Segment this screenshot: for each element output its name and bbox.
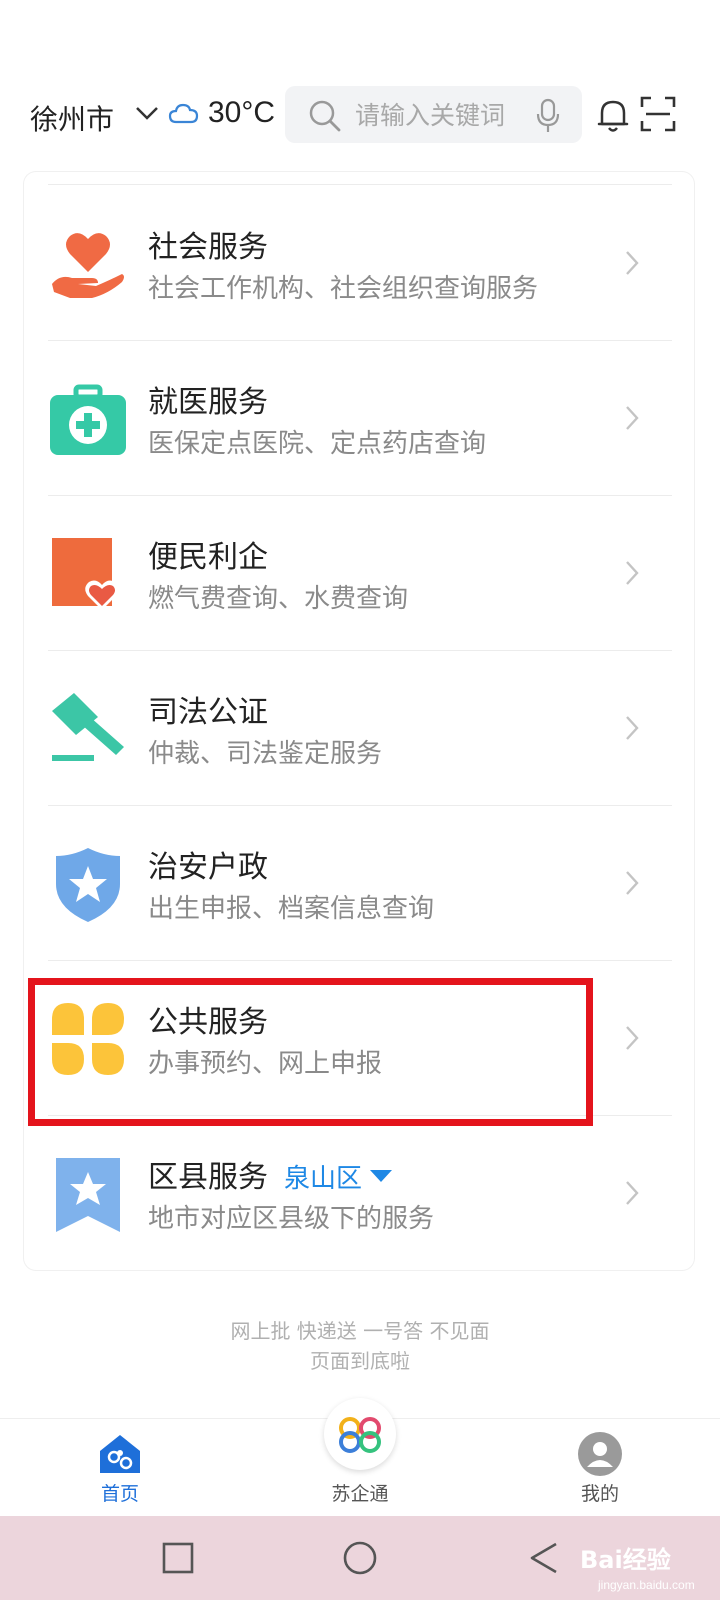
heart-hand-icon (52, 233, 124, 298)
chevron-right-icon (626, 1181, 639, 1205)
service-title: 区县服务 泉山区 (148, 1152, 393, 1196)
tab-label: 首页 (100, 1483, 139, 1505)
recent-apps-icon[interactable] (162, 1542, 194, 1574)
district-selector[interactable]: 泉山区 (284, 1164, 362, 1194)
service-item-judicial[interactable]: 司法公证 仲裁、司法鉴定服务 (24, 651, 694, 806)
suqitong-logo-icon (339, 1417, 381, 1453)
service-title: 便民利企 (148, 540, 268, 575)
service-desc: 出生申报、档案信息查询 (148, 894, 435, 924)
suqitong-logo[interactable] (324, 1398, 396, 1470)
tab-home[interactable]: 首页 (60, 1419, 180, 1517)
service-desc: 医保定点医院、定点药店查询 (148, 429, 487, 459)
search-bar[interactable] (285, 86, 582, 143)
tab-profile[interactable]: 我的 (540, 1419, 660, 1517)
home-nav-icon[interactable] (342, 1540, 378, 1576)
service-item-social[interactable]: 社会服务 社会工作机构、社会组织查询服务 (24, 186, 694, 341)
highlight-box (28, 978, 593, 1126)
temperature: 30°C (208, 96, 276, 129)
avatar-icon (578, 1432, 622, 1476)
service-item-convenience[interactable]: 便民利企 燃气费查询、水费查询 (24, 496, 694, 651)
service-desc: 仲裁、司法鉴定服务 (148, 739, 383, 769)
service-title: 社会服务 (148, 230, 268, 265)
footer-slogan: 网上批 快递送 一号答 不见面 (230, 1319, 490, 1343)
footer-end-text: 页面到底啦 (310, 1349, 410, 1373)
service-item-security[interactable]: 治安户政 出生申报、档案信息查询 (24, 806, 694, 961)
service-desc: 燃气费查询、水费查询 (148, 584, 409, 614)
watermark-url: jingyan.baidu.com (598, 1578, 695, 1592)
footer-note: 网上批 快递送 一号答 不见面 页面到底啦 (0, 1316, 720, 1376)
service-desc: 社会工作机构、社会组织查询服务 (148, 274, 539, 304)
microphone-icon[interactable] (535, 98, 561, 134)
service-item-medical[interactable]: 就医服务 医保定点医院、定点药店查询 (24, 341, 694, 496)
chevron-right-icon (626, 406, 639, 430)
chevron-down-icon[interactable] (132, 98, 162, 128)
chevron-right-icon (626, 1026, 639, 1050)
cloud-icon (168, 103, 199, 124)
star-bookmark-icon (56, 1158, 120, 1232)
chevron-right-icon (626, 716, 639, 740)
home-icon (100, 1435, 140, 1473)
divider (48, 184, 672, 185)
tab-label: 苏企通 (331, 1483, 389, 1505)
service-item-district[interactable]: 区县服务 泉山区 地市对应区县级下的服务 (24, 1116, 694, 1271)
search-input[interactable] (355, 100, 525, 130)
police-shield-icon (56, 848, 120, 922)
convenience-heart-icon (52, 538, 119, 610)
city-selector[interactable]: 徐州市 (30, 98, 114, 138)
chevron-right-icon (626, 561, 639, 585)
tab-label: 我的 (580, 1483, 619, 1505)
gavel-icon (52, 693, 124, 761)
scan-icon[interactable] (640, 96, 676, 132)
chevron-right-icon (626, 251, 639, 275)
service-title: 就医服务 (148, 385, 268, 420)
watermark: Bai经验 (580, 1546, 671, 1574)
top-header: 徐州市 30°C (0, 80, 720, 150)
medical-kit-icon (50, 384, 126, 455)
caret-down-icon[interactable] (370, 1169, 393, 1182)
search-icon (309, 100, 341, 132)
back-icon[interactable] (528, 1542, 560, 1574)
service-title-text: 区县服务 (148, 1160, 268, 1195)
chevron-right-icon (626, 871, 639, 895)
bell-icon[interactable] (596, 96, 630, 134)
service-title: 司法公证 (148, 695, 268, 730)
service-title: 治安户政 (148, 850, 268, 885)
service-desc: 地市对应区县级下的服务 (148, 1204, 435, 1234)
